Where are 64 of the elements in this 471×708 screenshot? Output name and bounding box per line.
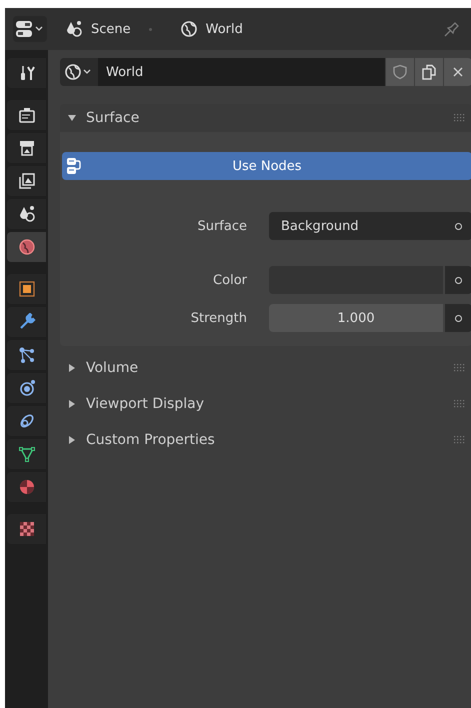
property-label: Surface bbox=[196, 218, 248, 234]
properties-tab[interactable] bbox=[7, 58, 46, 88]
separator-dot bbox=[148, 28, 152, 30]
nodes-icon bbox=[66, 157, 82, 175]
browse-world-button[interactable] bbox=[60, 58, 98, 86]
close-icon bbox=[451, 65, 465, 79]
use-nodes-button[interactable]: Use Nodes bbox=[62, 152, 471, 180]
properties-tab[interactable] bbox=[7, 514, 46, 544]
wrench-icon bbox=[18, 313, 36, 331]
properties-tab[interactable] bbox=[7, 100, 46, 130]
number-field[interactable]: 1.000 bbox=[269, 304, 443, 332]
globe-icon bbox=[180, 20, 198, 38]
properties-tab[interactable] bbox=[7, 439, 46, 469]
properties-tab[interactable] bbox=[7, 340, 46, 370]
expanded-arrow-icon bbox=[68, 114, 76, 122]
scene-icon bbox=[18, 205, 36, 223]
editor-type-button[interactable] bbox=[13, 16, 47, 42]
scene-icon bbox=[65, 20, 83, 38]
editor-type-icon bbox=[15, 19, 45, 39]
render-icon bbox=[18, 106, 36, 124]
constraint-icon bbox=[18, 412, 36, 430]
printer-icon bbox=[18, 139, 36, 157]
property-label: Strength bbox=[190, 310, 248, 326]
duplicate-button[interactable] bbox=[415, 58, 443, 86]
fake-user-button[interactable] bbox=[386, 58, 414, 86]
mesh-icon bbox=[18, 445, 36, 463]
panel-title: Volume bbox=[86, 360, 138, 376]
socket-button[interactable] bbox=[445, 304, 471, 332]
properties-tab[interactable] bbox=[7, 133, 46, 163]
socket-icon bbox=[455, 222, 462, 230]
properties-tab[interactable] bbox=[7, 199, 46, 229]
shield-icon bbox=[392, 64, 408, 80]
copy-icon bbox=[421, 64, 437, 80]
material-icon bbox=[18, 478, 36, 496]
properties-tab[interactable] bbox=[7, 274, 46, 304]
panel-header[interactable]: Surface bbox=[60, 104, 471, 132]
collapsed-arrow-icon bbox=[68, 364, 76, 372]
physics-icon bbox=[18, 379, 36, 397]
properties-tab[interactable] bbox=[7, 406, 46, 436]
close-button[interactable] bbox=[444, 58, 471, 86]
drag-handle-icon[interactable] bbox=[454, 436, 466, 444]
panel-title: Surface bbox=[86, 110, 140, 126]
object-icon bbox=[18, 280, 36, 298]
shader-dropdown[interactable]: Background bbox=[269, 212, 471, 240]
breadcrumb-label[interactable]: World bbox=[206, 22, 243, 36]
collapsed-arrow-icon bbox=[68, 436, 76, 444]
panel-title: Viewport Display bbox=[86, 396, 204, 412]
drag-handle-icon[interactable] bbox=[454, 114, 466, 122]
collapsed-arrow-icon bbox=[68, 400, 76, 408]
pin-icon[interactable] bbox=[443, 20, 461, 38]
name-field[interactable]: World bbox=[98, 58, 385, 86]
properties-tab[interactable] bbox=[7, 373, 46, 403]
drag-handle-icon[interactable] bbox=[454, 400, 466, 408]
panel-title: Custom Properties bbox=[86, 432, 215, 448]
image-stack-icon bbox=[18, 172, 36, 190]
property-label: Color bbox=[212, 272, 248, 288]
checker-icon bbox=[18, 520, 36, 538]
drag-handle-icon[interactable] bbox=[454, 364, 466, 372]
socket-button[interactable] bbox=[445, 266, 471, 294]
breadcrumb-label[interactable]: Scene bbox=[91, 22, 131, 36]
properties-tab[interactable] bbox=[7, 307, 46, 337]
particles-icon bbox=[18, 346, 36, 364]
properties-tab[interactable] bbox=[7, 166, 46, 196]
globe-icon bbox=[18, 238, 36, 256]
